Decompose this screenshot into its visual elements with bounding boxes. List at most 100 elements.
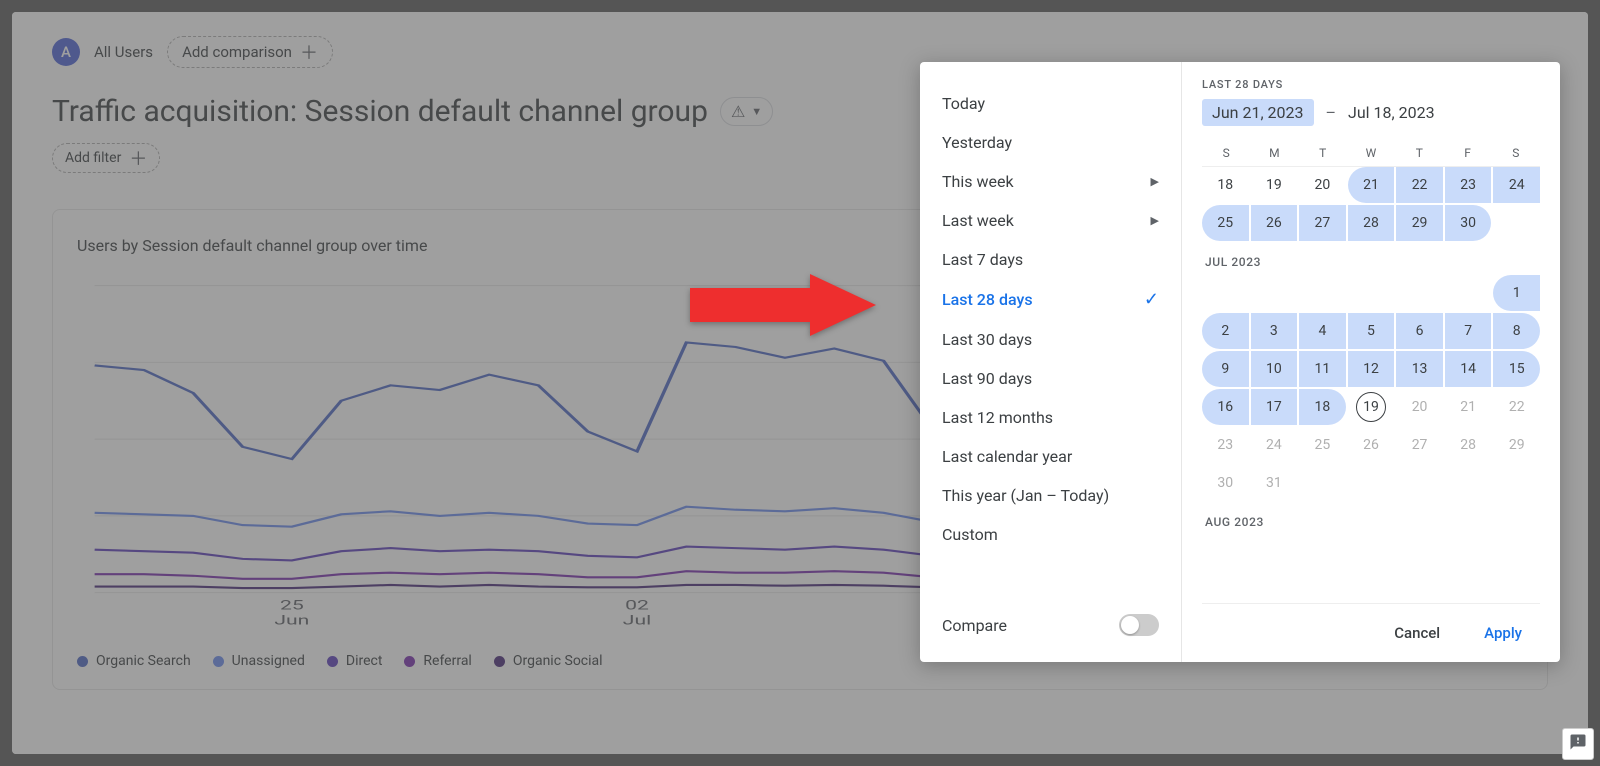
svg-text:25: 25 — [280, 599, 304, 614]
preset-option[interactable]: Last calendar year — [920, 437, 1181, 476]
legend-item[interactable]: Referral — [404, 653, 471, 669]
calendar-day: 22 — [1493, 389, 1540, 425]
legend-swatch — [77, 656, 88, 667]
warning-icon: ⚠ — [731, 102, 745, 121]
calendar-day: 21 — [1445, 389, 1492, 425]
calendar-day[interactable]: 25 — [1202, 205, 1249, 241]
chevron-right-icon: ▶ — [1151, 214, 1159, 227]
preset-option[interactable]: Last 28 days✓ — [920, 279, 1181, 320]
preset-option[interactable]: Last week▶ — [920, 201, 1181, 240]
calendar-day[interactable]: 30 — [1445, 205, 1492, 241]
legend-item[interactable]: Organic Search — [77, 653, 191, 669]
check-icon: ✓ — [1144, 289, 1159, 310]
legend-label: Organic Social — [513, 653, 603, 669]
calendar-day[interactable]: 16 — [1202, 389, 1249, 425]
calendar-day[interactable]: 22 — [1396, 167, 1443, 203]
legend-swatch — [213, 656, 224, 667]
calendar-day[interactable]: 21 — [1348, 167, 1395, 203]
calendar-day[interactable]: 12 — [1348, 351, 1395, 387]
calendar-day[interactable]: 10 — [1251, 351, 1298, 387]
calendar-day: 28 — [1445, 427, 1492, 463]
segment-avatar: A — [52, 38, 80, 66]
chevron-down-icon: ▼ — [751, 105, 762, 118]
calendar-day: 29 — [1493, 427, 1540, 463]
calendar-day: 25 — [1299, 427, 1346, 463]
calendar-day[interactable]: 15 — [1493, 351, 1540, 387]
feedback-icon — [1569, 733, 1587, 756]
calendar-day: 26 — [1348, 427, 1395, 463]
range-display: Jun 21, 2023 – Jul 18, 2023 — [1202, 99, 1540, 126]
apply-button[interactable]: Apply — [1476, 618, 1530, 648]
legend-swatch — [327, 656, 338, 667]
legend-label: Referral — [423, 653, 471, 669]
legend-label: Direct — [346, 653, 383, 669]
calendar-day: 23 — [1202, 427, 1249, 463]
cancel-button[interactable]: Cancel — [1386, 618, 1448, 648]
legend-item[interactable]: Organic Social — [494, 653, 603, 669]
calendar-day[interactable]: 29 — [1396, 205, 1443, 241]
calendar-day[interactable]: 8 — [1493, 313, 1540, 349]
calendar-day[interactable]: 11 — [1299, 351, 1346, 387]
preset-option[interactable]: Last 30 days — [920, 320, 1181, 359]
svg-text:02: 02 — [625, 599, 649, 614]
segment-label: All Users — [94, 43, 153, 61]
month-label: AUG 2023 — [1205, 515, 1540, 529]
add-filter-button[interactable]: Add filter ＋ — [52, 143, 160, 173]
calendar-day[interactable]: 26 — [1251, 205, 1298, 241]
add-comparison-button[interactable]: Add comparison ＋ — [167, 36, 333, 68]
compare-toggle[interactable] — [1119, 614, 1159, 636]
add-filter-label: Add filter — [65, 150, 121, 166]
calendar-day[interactable]: 5 — [1348, 313, 1395, 349]
calendar-day[interactable]: 23 — [1445, 167, 1492, 203]
preset-option[interactable]: Yesterday — [920, 123, 1181, 162]
calendar-day[interactable]: 18 — [1299, 389, 1346, 425]
preset-option[interactable]: Today — [920, 84, 1181, 123]
range-end[interactable]: Jul 18, 2023 — [1348, 103, 1435, 122]
calendar-day[interactable]: 3 — [1251, 313, 1298, 349]
calendar-day: 20 — [1396, 389, 1443, 425]
calendar-day[interactable]: 4 — [1299, 313, 1346, 349]
date-range-picker: TodayYesterdayThis week▶Last week▶Last 7… — [920, 62, 1560, 662]
calendar-day[interactable]: 9 — [1202, 351, 1249, 387]
calendar-day[interactable]: 18 — [1202, 167, 1249, 203]
calendar-day: 31 — [1251, 465, 1298, 501]
plus-icon: ＋ — [300, 43, 318, 61]
calendar-day[interactable]: 14 — [1445, 351, 1492, 387]
legend-label: Organic Search — [96, 653, 191, 669]
warning-chip[interactable]: ⚠ ▼ — [720, 97, 773, 126]
calendar-day[interactable]: 13 — [1396, 351, 1443, 387]
legend-item[interactable]: Direct — [327, 653, 383, 669]
range-start[interactable]: Jun 21, 2023 — [1202, 99, 1314, 126]
preset-option[interactable]: Last 12 months — [920, 398, 1181, 437]
calendar-day[interactable]: 20 — [1299, 167, 1346, 203]
plus-icon: ＋ — [129, 149, 147, 167]
preset-option[interactable]: Custom — [920, 515, 1181, 554]
preset-list: TodayYesterdayThis week▶Last week▶Last 7… — [920, 62, 1182, 662]
preset-option[interactable]: Last 7 days — [920, 240, 1181, 279]
feedback-button[interactable] — [1562, 728, 1594, 760]
legend-swatch — [404, 656, 415, 667]
calendar-scroll[interactable]: 18192021222324252627282930JUL 2023123456… — [1202, 167, 1540, 603]
month-label: JUL 2023 — [1205, 255, 1540, 269]
calendar-day[interactable]: 19 — [1251, 167, 1298, 203]
preset-option[interactable]: Last 90 days — [920, 359, 1181, 398]
calendar-day[interactable]: 2 — [1202, 313, 1249, 349]
legend-item[interactable]: Unassigned — [213, 653, 305, 669]
calendar-day: 24 — [1251, 427, 1298, 463]
range-title: LAST 28 DAYS — [1202, 78, 1540, 91]
calendar-day[interactable]: 1 — [1493, 275, 1540, 311]
preset-option[interactable]: This year (Jan – Today) — [920, 476, 1181, 515]
calendar-day[interactable]: 24 — [1493, 167, 1540, 203]
calendar-day[interactable]: 19 — [1348, 389, 1395, 425]
calendar-day[interactable]: 27 — [1299, 205, 1346, 241]
preset-option[interactable]: This week▶ — [920, 162, 1181, 201]
add-comparison-label: Add comparison — [182, 43, 292, 61]
day-of-week-header: SMTWTFS — [1202, 140, 1540, 167]
compare-row: Compare — [920, 600, 1181, 650]
calendar-day[interactable]: 7 — [1445, 313, 1492, 349]
calendar-day[interactable]: 28 — [1348, 205, 1395, 241]
annotation-arrow — [690, 270, 880, 344]
legend-swatch — [494, 656, 505, 667]
calendar-day[interactable]: 17 — [1251, 389, 1298, 425]
calendar-day[interactable]: 6 — [1396, 313, 1443, 349]
